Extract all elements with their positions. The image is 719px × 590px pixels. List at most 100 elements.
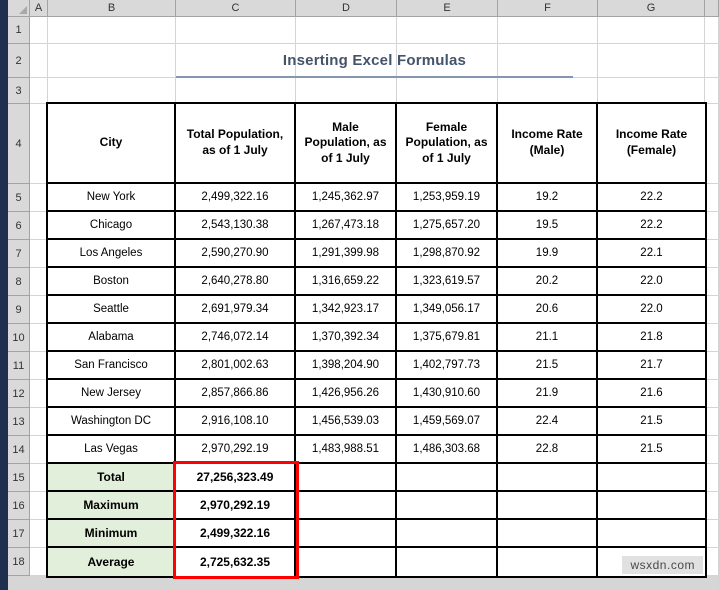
cell-E12[interactable]: 1,430,910.60 [397,380,498,408]
cell-G13[interactable]: 21.5 [598,408,705,436]
cell-C13[interactable]: 2,916,108.10 [176,408,296,436]
cell-C4[interactable]: Total Population, as of 1 July [176,104,296,184]
cell-G10[interactable]: 21.8 [598,324,705,352]
cell-F9[interactable]: 20.6 [498,296,598,324]
cell-B16[interactable]: Maximum [48,492,176,520]
cell-G6[interactable]: 22.2 [598,212,705,240]
cell-partial-4[interactable] [705,104,719,184]
cell-G3[interactable] [598,78,705,104]
cell-E14[interactable]: 1,486,303.68 [397,436,498,464]
cell-A1[interactable] [30,17,48,44]
cell-D16[interactable] [296,492,397,520]
cell-partial-3[interactable] [705,78,719,104]
row-header-16[interactable]: 16 [8,492,30,520]
row-header-3[interactable]: 3 [8,78,30,104]
cell-E10[interactable]: 1,375,679.81 [397,324,498,352]
cell-D10[interactable]: 1,370,392.34 [296,324,397,352]
cell-G5[interactable]: 22.2 [598,184,705,212]
cell-C8[interactable]: 2,640,278.80 [176,268,296,296]
cell-C10[interactable]: 2,746,072.14 [176,324,296,352]
cell-D13[interactable]: 1,456,539.03 [296,408,397,436]
row-header-2[interactable]: 2 [8,44,30,78]
column-header-C[interactable]: C [176,0,296,17]
cell-B18[interactable]: Average [48,548,176,576]
cell-C17[interactable]: 2,499,322.16 [176,520,296,548]
cell-A3[interactable] [30,78,48,104]
cell-C12[interactable]: 2,857,866.86 [176,380,296,408]
cell-D18[interactable] [296,548,397,576]
cell-F4[interactable]: Income Rate (Male) [498,104,598,184]
row-header-6[interactable]: 6 [8,212,30,240]
cell-F13[interactable]: 22.4 [498,408,598,436]
cell-B7[interactable]: Los Angeles [48,240,176,268]
column-header-B[interactable]: B [48,0,176,17]
cell-D14[interactable]: 1,483,988.51 [296,436,397,464]
cell-F11[interactable]: 21.5 [498,352,598,380]
cell-G17[interactable] [598,520,705,548]
cell-C16[interactable]: 2,970,292.19 [176,492,296,520]
cell-partial-11[interactable] [705,352,719,380]
cell-B11[interactable]: San Francisco [48,352,176,380]
cell-B3[interactable] [48,78,176,104]
cell-partial-17[interactable] [705,520,719,548]
cell-D7[interactable]: 1,291,399.98 [296,240,397,268]
cell-partial-8[interactable] [705,268,719,296]
row-header-4[interactable]: 4 [8,104,30,184]
cell-E4[interactable]: Female Population, as of 1 July [397,104,498,184]
cell-E16[interactable] [397,492,498,520]
cell-D12[interactable]: 1,426,956.26 [296,380,397,408]
row-header-5[interactable]: 5 [8,184,30,212]
cell-G11[interactable]: 21.7 [598,352,705,380]
cell-partial-5[interactable] [705,184,719,212]
cell-partial-15[interactable] [705,464,719,492]
sheet-title[interactable]: Inserting Excel Formulas [176,44,573,78]
cell-C7[interactable]: 2,590,270.90 [176,240,296,268]
cell-F10[interactable]: 21.1 [498,324,598,352]
cell-E5[interactable]: 1,253,959.19 [397,184,498,212]
cell-D9[interactable]: 1,342,923.17 [296,296,397,324]
cell-G7[interactable]: 22.1 [598,240,705,268]
cell-G14[interactable]: 21.5 [598,436,705,464]
cell-E7[interactable]: 1,298,870.92 [397,240,498,268]
cell-G8[interactable]: 22.0 [598,268,705,296]
cell-A2[interactable] [30,44,48,78]
cell-E15[interactable] [397,464,498,492]
cell-F15[interactable] [498,464,598,492]
row-header-11[interactable]: 11 [8,352,30,380]
cell-E17[interactable] [397,520,498,548]
cell-B8[interactable]: Boston [48,268,176,296]
cell-F3[interactable] [498,78,598,104]
cell-B13[interactable]: Washington DC [48,408,176,436]
cell-B1[interactable] [48,17,176,44]
cell-F17[interactable] [498,520,598,548]
cell-G12[interactable]: 21.6 [598,380,705,408]
cell-B17[interactable]: Minimum [48,520,176,548]
cell-F6[interactable]: 19.5 [498,212,598,240]
cell-partial-7[interactable] [705,240,719,268]
cell-B10[interactable]: Alabama [48,324,176,352]
column-header-E[interactable]: E [397,0,498,17]
cell-F18[interactable] [498,548,598,576]
cell-D8[interactable]: 1,316,659.22 [296,268,397,296]
row-header-8[interactable]: 8 [8,268,30,296]
select-all-corner[interactable] [8,0,30,17]
cell-partial-18[interactable] [705,548,719,576]
cell-F8[interactable]: 20.2 [498,268,598,296]
column-header-A[interactable]: A [30,0,48,17]
column-header-G[interactable]: G [598,0,705,17]
cell-partial-13[interactable] [705,408,719,436]
cell-B5[interactable]: New York [48,184,176,212]
cell-E13[interactable]: 1,459,569.07 [397,408,498,436]
cell-F1[interactable] [498,17,598,44]
cell-C18[interactable]: 2,725,632.35 [176,548,296,576]
cell-C14[interactable]: 2,970,292.19 [176,436,296,464]
cell-E9[interactable]: 1,349,056.17 [397,296,498,324]
row-header-14[interactable]: 14 [8,436,30,464]
cell-B9[interactable]: Seattle [48,296,176,324]
cell-F7[interactable]: 19.9 [498,240,598,268]
cell-C3[interactable] [176,78,296,104]
row-header-9[interactable]: 9 [8,296,30,324]
cell-E18[interactable] [397,548,498,576]
row-header-13[interactable]: 13 [8,408,30,436]
row-header-7[interactable]: 7 [8,240,30,268]
